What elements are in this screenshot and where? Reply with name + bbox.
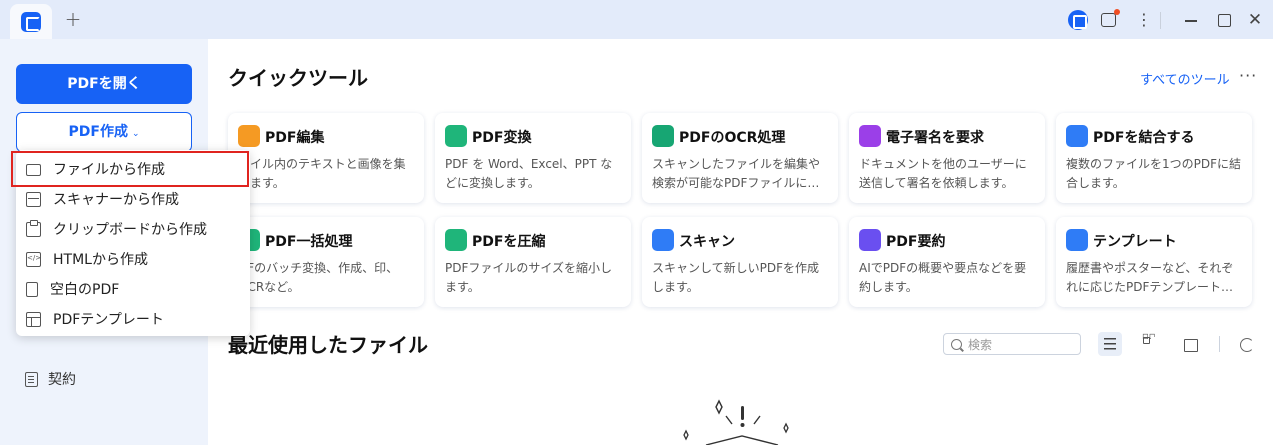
- list-view-button[interactable]: [1098, 332, 1122, 356]
- tool-card-ocr[interactable]: PDFのOCR処理 スキャンしたファイルを編集や検索が可能なPDFファイルに…: [642, 113, 838, 203]
- tool-card-merge[interactable]: PDFを結合する 複数のファイルを1つのPDFに結合します。: [1056, 113, 1252, 203]
- maximize-button[interactable]: [1214, 10, 1234, 30]
- search-input[interactable]: 検索: [943, 333, 1081, 355]
- menu-item-label: HTMLから作成: [53, 252, 148, 268]
- signature-icon: [859, 125, 881, 147]
- tool-card-summary[interactable]: PDF要約 AIでPDFの概要や要点などを要約します。: [849, 217, 1045, 307]
- grid-view-button[interactable]: [1138, 332, 1162, 356]
- scan-icon: [652, 229, 674, 251]
- tool-card-title: PDFを結合する: [1093, 130, 1195, 146]
- menu-item-from-scanner[interactable]: スキャナーから作成: [16, 184, 250, 214]
- empty-state-illustration: [683, 399, 789, 445]
- sidebar-item-contract[interactable]: 契約: [25, 369, 76, 389]
- edit-icon: [238, 125, 260, 147]
- main-content: クイックツール すべてのツール ··· PDF編集 ァイル内のテキストと画像を集…: [208, 39, 1273, 445]
- scanner-icon: [26, 191, 41, 207]
- clipboard-icon: [26, 219, 41, 237]
- titlebar-divider: [1160, 12, 1161, 29]
- html-icon: </>: [26, 251, 41, 267]
- tool-card-desc: PDF を Word、Excel、PPT などに変換します。: [445, 157, 613, 190]
- tool-card-desc: 複数のファイルを1つのPDFに結合します。: [1066, 157, 1242, 190]
- menu-item-blank-pdf[interactable]: 空白のPDF: [16, 274, 250, 304]
- tool-card-esign[interactable]: 電子署名を要求 ドキュメントを他のユーザーに送信して署名を依頼します。: [849, 113, 1045, 203]
- tool-card-compress[interactable]: PDFを圧縮 PDFファイルのサイズを縮小します。: [435, 217, 631, 307]
- merge-icon: [1066, 125, 1088, 147]
- create-pdf-label: PDF作成: [68, 124, 128, 140]
- new-tab-button[interactable]: +: [62, 8, 84, 30]
- menu-item-label: 空白のPDF: [50, 282, 120, 298]
- menu-item-label: PDFテンプレート: [53, 312, 164, 328]
- toolbar-divider: [1219, 336, 1220, 352]
- tool-card-desc: スキャンしたファイルを編集や検索が可能なPDFファイルに…: [652, 157, 821, 190]
- menu-item-label: クリップボードから作成: [53, 222, 207, 238]
- tool-card-title: PDFのOCR処理: [679, 130, 786, 146]
- blank-page-icon: [26, 281, 38, 297]
- tool-card-template[interactable]: テンプレート 履歴書やポスターなど、それぞれに応じたPDFテンプレート…: [1056, 217, 1252, 307]
- refresh-icon[interactable]: [1234, 332, 1258, 356]
- ocr-icon: [652, 125, 674, 147]
- highlight-box: [11, 151, 249, 187]
- tool-card-desc: DFのバッチ変換、作成、印、OCRなど。: [238, 261, 399, 294]
- minimize-button[interactable]: [1181, 10, 1201, 30]
- open-pdf-button[interactable]: PDFを開く: [16, 64, 192, 104]
- chevron-down-icon: ⌄: [131, 129, 140, 139]
- tool-card-desc: 履歴書やポスターなど、それぞれに応じたPDFテンプレート…: [1066, 261, 1234, 294]
- tool-card-title: PDFを圧縮: [472, 234, 546, 250]
- tool-card-desc: ドキュメントを他のユーザーに送信して署名を依頼します。: [859, 157, 1027, 190]
- tool-card-pdf-convert[interactable]: PDF変換 PDF を Word、Excel、PPT などに変換します。: [435, 113, 631, 203]
- template-icon: [26, 311, 41, 327]
- notification-icon[interactable]: [1101, 9, 1120, 27]
- account-icon[interactable]: [1068, 10, 1088, 30]
- tool-card-title: スキャン: [679, 234, 735, 250]
- tool-card-title: PDF編集: [265, 130, 325, 146]
- compress-icon: [445, 229, 467, 251]
- menu-item-label: スキャナーから作成: [53, 192, 179, 208]
- more-menu-icon[interactable]: ⋮: [1134, 10, 1154, 30]
- tool-card-desc: PDFファイルのサイズを縮小します。: [445, 261, 613, 294]
- menu-item-pdf-template[interactable]: PDFテンプレート: [16, 304, 250, 334]
- tool-card-title: PDF変換: [472, 130, 532, 146]
- title-bar: + ⋮ ✕: [0, 0, 1273, 39]
- template-icon: [1066, 229, 1088, 251]
- tool-card-desc: ァイル内のテキストと画像を集します。: [238, 157, 406, 190]
- menu-item-from-clipboard[interactable]: クリップボードから作成: [16, 214, 250, 244]
- menu-item-from-html[interactable]: </> HTMLから作成: [16, 244, 250, 274]
- tool-card-scan[interactable]: スキャン スキャンして新しいPDFを作成します。: [642, 217, 838, 307]
- tool-card-title: PDF一括処理: [265, 234, 353, 250]
- home-tab[interactable]: [10, 4, 52, 39]
- trash-icon[interactable]: [1178, 332, 1202, 356]
- sidebar-item-label: 契約: [48, 372, 76, 388]
- close-button[interactable]: ✕: [1245, 10, 1265, 30]
- tool-card-desc: AIでPDFの概要や要点などを要約します。: [859, 261, 1027, 294]
- tool-card-pdf-edit[interactable]: PDF編集 ァイル内のテキストと画像を集します。: [228, 113, 424, 203]
- quick-tools-title: クイックツール: [228, 66, 368, 90]
- tool-card-title: テンプレート: [1093, 234, 1177, 250]
- tool-card-title: 電子署名を要求: [886, 130, 984, 146]
- all-tools-link[interactable]: すべてのツール: [1140, 69, 1230, 88]
- summary-icon: [859, 229, 881, 251]
- contract-icon: [25, 371, 38, 387]
- convert-icon: [445, 125, 467, 147]
- recent-files-title: 最近使用したファイル: [228, 333, 428, 357]
- tool-card-title: PDF要約: [886, 234, 946, 250]
- create-pdf-button[interactable]: PDF作成 ⌄: [16, 112, 192, 152]
- more-options-icon[interactable]: ···: [1239, 66, 1257, 85]
- search-icon: [951, 338, 962, 350]
- tool-card-desc: スキャンして新しいPDFを作成します。: [652, 261, 820, 294]
- app-logo-icon: [21, 12, 41, 32]
- tool-card-batch[interactable]: PDF一括処理 DFのバッチ変換、作成、印、OCRなど。: [228, 217, 424, 307]
- search-placeholder: 検索: [968, 337, 993, 352]
